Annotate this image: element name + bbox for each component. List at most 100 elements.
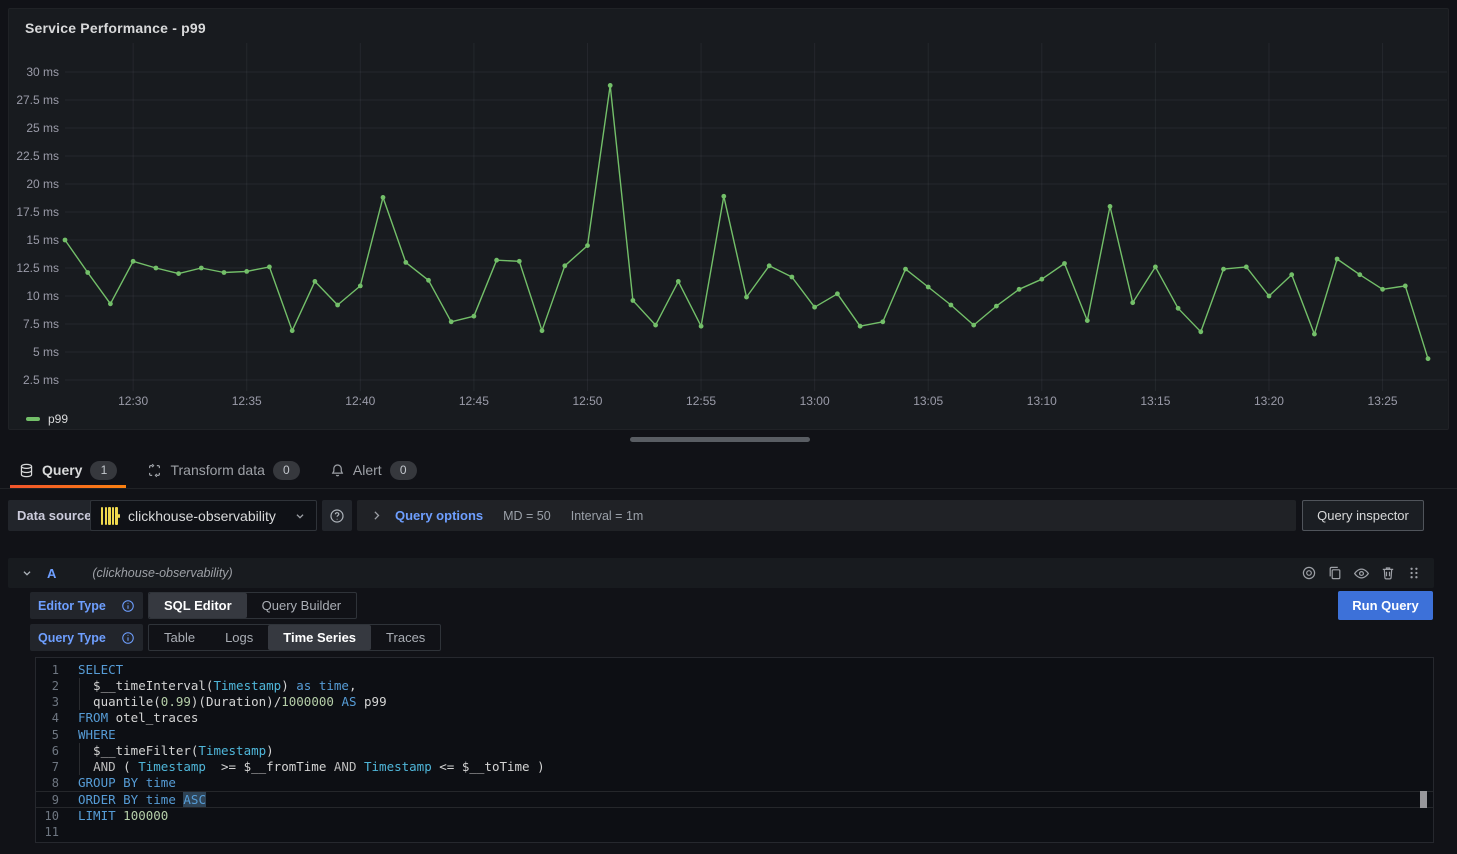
tab-query[interactable]: Query 1 [10, 452, 126, 488]
data-point [290, 328, 295, 333]
x-tick-label: 13:15 [1140, 394, 1170, 408]
trash-icon[interactable] [1380, 565, 1396, 581]
y-tick-label: 5 ms [33, 345, 59, 359]
sql-code-line[interactable]: AND ( Timestamp >= $__fromTime AND Times… [78, 759, 545, 775]
chart-legend: p99 [26, 412, 68, 426]
x-tick-label: 13:20 [1254, 394, 1284, 408]
line-number: 8 [36, 775, 59, 791]
editor-type-label-text: Editor Type [38, 599, 106, 613]
sql-code-line[interactable]: LIMIT 100000 [78, 808, 168, 824]
x-tick-label: 12:45 [459, 394, 489, 408]
duplicate-icon[interactable] [1327, 565, 1343, 581]
y-tick-label: 25 ms [26, 121, 59, 135]
eye-icon[interactable] [1353, 565, 1370, 582]
timeseries-chart[interactable]: 30 ms27.5 ms25 ms22.5 ms20 ms17.5 ms15 m… [9, 9, 1448, 429]
x-tick-label: 13:00 [800, 394, 830, 408]
y-tick-label: 2.5 ms [23, 373, 59, 387]
overview-ruler-selection-mark [1420, 791, 1427, 808]
datasource-help-button[interactable] [322, 500, 352, 531]
query-datasource-hint: (clickhouse-observability) [92, 566, 232, 580]
tab-transform-count-badge: 0 [273, 461, 300, 480]
sql-code-line[interactable]: FROM otel_traces [78, 710, 198, 726]
clickhouse-logo-icon [100, 506, 120, 526]
query-type-option-logs[interactable]: Logs [210, 625, 268, 650]
data-point [858, 324, 863, 329]
data-point [585, 243, 590, 248]
data-point [608, 83, 613, 88]
x-tick-label: 12:30 [118, 394, 148, 408]
sql-code-line[interactable]: $__timeInterval(Timestamp) as time, [78, 678, 357, 694]
data-point [812, 305, 817, 310]
data-source-picker[interactable]: clickhouse-observability [90, 500, 317, 531]
y-tick-label: 27.5 ms [16, 93, 59, 107]
data-point [1221, 267, 1226, 272]
data-point [1403, 284, 1408, 289]
panel-title[interactable]: Service Performance - p99 [25, 20, 206, 36]
max-data-points-value: MD = 50 [503, 509, 551, 523]
collapse-chevron-icon[interactable] [20, 566, 34, 580]
data-point [63, 238, 68, 243]
data-point [1039, 277, 1044, 282]
data-point [1426, 356, 1431, 361]
sql-code-line[interactable]: quantile(0.99)(Duration)/1000000 AS p99 [78, 694, 387, 710]
y-tick-label: 12.5 ms [16, 261, 59, 275]
query-type-option-traces[interactable]: Traces [371, 625, 440, 650]
query-type-option-time-series[interactable]: Time Series [268, 625, 371, 650]
grafana-panel-query-editor: Service Performance - p99 30 ms 27.5 ms 25… [0, 0, 1457, 854]
query-type-toggle: TableLogsTime SeriesTraces [148, 624, 441, 651]
data-point [653, 323, 658, 328]
sql-code-line[interactable]: $__timeFilter(Timestamp) [78, 743, 274, 759]
run-query-button[interactable]: Run Query [1338, 591, 1433, 620]
legend-series-swatch [26, 417, 40, 421]
line-number: 1 [36, 662, 59, 678]
data-point [494, 258, 499, 263]
sql-code-line[interactable]: SELECT [78, 662, 123, 678]
query-ref-id[interactable]: A [47, 566, 56, 581]
query-options-bar: Query options MD = 50 Interval = 1m [357, 500, 1296, 531]
sql-code-line[interactable]: GROUP BY time [78, 775, 176, 791]
y-tick-label: 7.5 ms [23, 317, 59, 331]
data-point [403, 260, 408, 265]
query-options-link[interactable]: Query options [395, 508, 483, 523]
data-point [1198, 329, 1203, 334]
tab-alert[interactable]: Alert 0 [321, 452, 426, 488]
p99-series-line [65, 85, 1428, 358]
query-inspector-button[interactable]: Query inspector [1302, 500, 1424, 531]
sql-code-line[interactable]: WHERE [78, 727, 116, 743]
data-point [381, 195, 386, 200]
editor-type-option-query-builder[interactable]: Query Builder [247, 593, 356, 618]
sql-code-editor[interactable]: 1SELECT2 $__timeInterval(Timestamp) as t… [35, 657, 1434, 843]
line-number: 7 [36, 759, 59, 775]
editor-type-field-label: Editor Type [30, 592, 143, 619]
line-number: 5 [36, 727, 59, 743]
data-point [1153, 265, 1158, 270]
horizontal-scrollbar-thumb[interactable] [630, 437, 810, 442]
data-point [949, 303, 954, 308]
data-point [1289, 272, 1294, 277]
chevron-right-icon[interactable] [370, 509, 383, 522]
data-point [472, 314, 477, 319]
legend-series-label[interactable]: p99 [48, 412, 68, 426]
data-point [517, 259, 522, 264]
line-number: 6 [36, 743, 59, 759]
data-point [426, 278, 431, 283]
query-type-option-table[interactable]: Table [149, 625, 210, 650]
data-point [1244, 265, 1249, 270]
tab-transform-data[interactable]: Transform data 0 [138, 452, 308, 488]
x-tick-label: 12:40 [345, 394, 375, 408]
drag-handle-icon[interactable] [1406, 565, 1422, 581]
data-point [790, 275, 795, 280]
info-circle-icon[interactable] [121, 599, 135, 613]
x-tick-label: 13:05 [913, 394, 943, 408]
tab-query-label: Query [42, 462, 82, 478]
data-source-value: clickhouse-observability [128, 508, 276, 524]
current-line-highlight [36, 791, 1433, 808]
record-circle-icon[interactable] [1301, 565, 1317, 581]
tabs-divider [0, 488, 1457, 489]
data-point [1267, 294, 1272, 299]
data-point [540, 328, 545, 333]
editor-type-option-sql-editor[interactable]: SQL Editor [149, 593, 247, 618]
info-circle-icon[interactable] [121, 631, 135, 645]
y-tick-label: 30 ms [26, 65, 59, 79]
line-number: 10 [36, 808, 59, 824]
